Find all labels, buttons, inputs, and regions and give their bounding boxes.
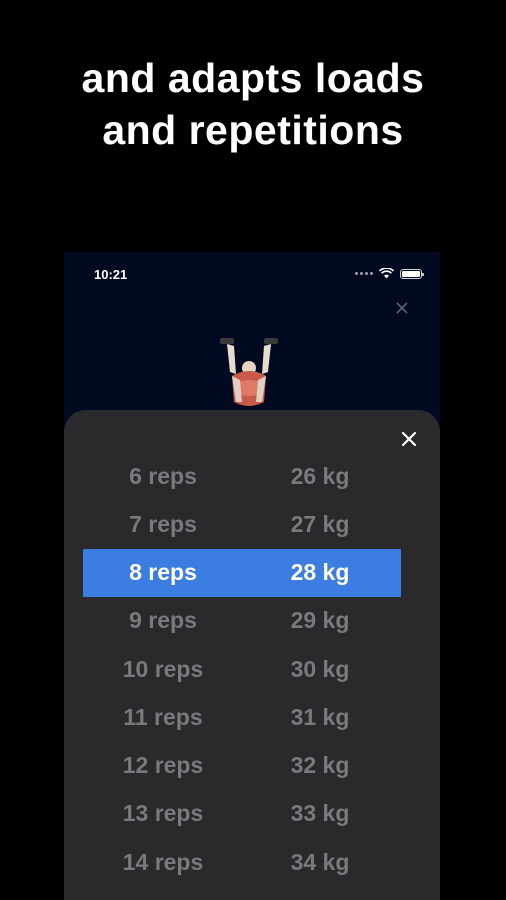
- reps-option: 9 reps: [129, 607, 197, 634]
- picker-row[interactable]: 13 reps 33 kg: [64, 790, 440, 838]
- picker-row[interactable]: 7 reps 27 kg: [64, 500, 440, 548]
- status-icons: [355, 268, 424, 279]
- picker-row[interactable]: 11 reps 31 kg: [64, 693, 440, 741]
- phone-screen: 10:21 6 reps 26 kg 7 reps 27 kg 8 reps 2…: [64, 252, 440, 900]
- load-option: 34 kg: [290, 848, 350, 875]
- reps-option: 10 reps: [122, 655, 204, 682]
- headline-line-2: and repetitions: [102, 107, 404, 153]
- reps-load-picker-sheet: 6 reps 26 kg 7 reps 27 kg 8 reps 28 kg 9…: [64, 410, 440, 900]
- close-icon[interactable]: [394, 300, 410, 316]
- picker-row[interactable]: 14 reps 34 kg: [64, 838, 440, 886]
- reps-option: 6 reps: [129, 462, 197, 489]
- battery-icon: [400, 268, 424, 279]
- reps-option-selected: 8 reps: [129, 559, 197, 586]
- reps-option: 12 reps: [122, 752, 204, 779]
- headline-line-1: and adapts loads: [81, 55, 425, 101]
- load-option: 29 kg: [290, 607, 350, 634]
- load-option: 27 kg: [290, 510, 350, 537]
- load-option: 31 kg: [290, 703, 350, 730]
- picker-row[interactable]: 12 reps 32 kg: [64, 741, 440, 789]
- reps-option: 14 reps: [122, 848, 204, 875]
- marketing-headline: and adapts loads and repetitions: [0, 52, 506, 156]
- reps-option: 13 reps: [122, 800, 204, 827]
- picker-row[interactable]: 9 reps 29 kg: [64, 597, 440, 645]
- picker-row[interactable]: 6 reps 26 kg: [64, 452, 440, 500]
- load-option: 32 kg: [290, 752, 350, 779]
- load-option: 26 kg: [290, 462, 350, 489]
- reps-load-picker[interactable]: 6 reps 26 kg 7 reps 27 kg 8 reps 28 kg 9…: [64, 452, 440, 886]
- reps-option: 7 reps: [129, 510, 197, 537]
- load-option: 30 kg: [290, 655, 350, 682]
- exercise-illustration: [220, 338, 278, 406]
- close-icon[interactable]: [400, 430, 418, 448]
- picker-row[interactable]: 10 reps 30 kg: [64, 645, 440, 693]
- wifi-icon: [379, 268, 394, 279]
- load-option-selected: 28 kg: [290, 559, 350, 586]
- load-option: 33 kg: [290, 800, 350, 827]
- cellular-signal-icon: [355, 272, 373, 275]
- reps-option: 11 reps: [123, 703, 203, 730]
- status-time: 10:21: [94, 267, 128, 282]
- picker-row-selected[interactable]: 8 reps 28 kg: [83, 548, 401, 597]
